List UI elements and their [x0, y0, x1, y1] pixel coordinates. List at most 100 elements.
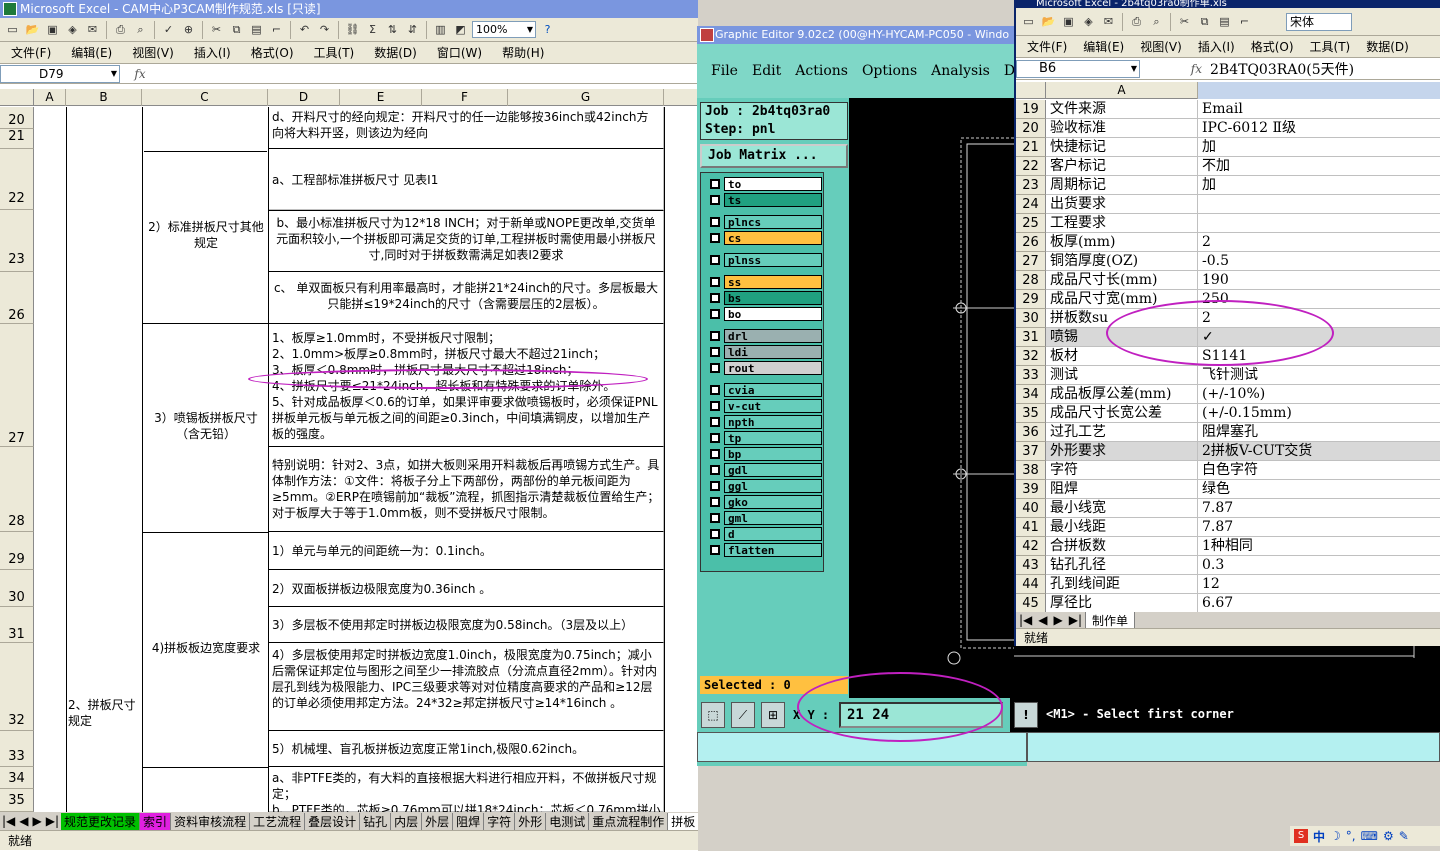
row-header[interactable]: 43 [1016, 556, 1046, 575]
layer-row[interactable]: bs [706, 291, 822, 305]
cell-d31[interactable]: 3）多层板不使用邦定时拼板边极限宽度为0.58inch。（3层及以上） [269, 607, 664, 643]
layer-name[interactable]: to [724, 177, 822, 191]
row-header[interactable]: 27 [1016, 252, 1046, 271]
cell-a[interactable]: 文件来源 [1046, 100, 1198, 119]
chart-wizard-icon[interactable]: ▥ [432, 21, 449, 38]
cell-a[interactable]: 板厚(mm) [1046, 233, 1198, 252]
row-header[interactable]: 35 [1016, 404, 1046, 423]
row-header[interactable]: 26 [1016, 233, 1046, 252]
layer-checkbox[interactable] [710, 401, 720, 411]
layer-name[interactable]: gml [724, 511, 822, 525]
font-select[interactable]: 宋体 [1286, 12, 1352, 31]
c-label-standard[interactable]: 2）标准拼板尺寸其他规定 [146, 219, 266, 251]
select-all-corner[interactable] [1016, 82, 1046, 99]
ge-menu-item[interactable]: Actions [795, 63, 848, 79]
tab-nav-last-icon[interactable]: ▶| [1066, 613, 1085, 627]
layer-name[interactable]: gdl [724, 463, 822, 477]
layer-row[interactable]: cvia [706, 383, 822, 397]
layer-checkbox[interactable] [710, 481, 720, 491]
help-icon[interactable]: ? [539, 21, 556, 38]
layer-name[interactable]: drl [724, 329, 822, 343]
ime-mode[interactable]: 中 [1313, 828, 1325, 845]
layer-row[interactable]: npth [706, 415, 822, 429]
autosum-icon[interactable]: Σ [364, 21, 381, 38]
cell-a[interactable]: 成品尺寸长(mm) [1046, 271, 1198, 290]
row-header[interactable]: 20 [1016, 119, 1046, 138]
cell-b[interactable]: Email [1198, 100, 1440, 119]
tab-nav-prev-icon[interactable]: ◀ [1035, 613, 1050, 627]
layer-row[interactable]: to [706, 177, 822, 191]
cell-b[interactable]: 飞针测试 [1198, 366, 1440, 385]
cell-d28[interactable]: 特别说明：针对2、3点，如拼大板则采用开料裁板后再喷锡方式生产。具体制作方法：①… [269, 447, 664, 532]
tab-sheet[interactable]: 钻孔 [360, 812, 392, 830]
cell-b[interactable]: (+/-0.15mm) [1198, 404, 1440, 423]
ge-canvas[interactable] [849, 98, 1027, 698]
menu-item[interactable]: 格式(O) [1248, 38, 1297, 55]
cell-b[interactable]: 2 [1198, 233, 1440, 252]
sort-desc-icon[interactable]: ⇵ [404, 21, 421, 38]
row-header[interactable]: 29 [0, 532, 34, 570]
row-header[interactable]: 37 [1016, 442, 1046, 461]
cell-a[interactable]: 最小线宽 [1046, 499, 1198, 518]
tab-sheet[interactable]: 外层 [422, 812, 454, 830]
cell-b[interactable]: 加 [1198, 138, 1440, 157]
tab-nav-last-icon[interactable]: ▶| [44, 814, 61, 828]
formula-input[interactable]: 2B4TQ03RA0(5天件) [1210, 59, 1440, 79]
cell-d33[interactable]: 5）机械埋、盲孔板拼板边宽度正常1inch,极限0.62inch。 [269, 731, 664, 767]
row-header[interactable]: 38 [1016, 461, 1046, 480]
cell-b[interactable]: 1种相同 [1198, 537, 1440, 556]
layer-row[interactable]: plncs [706, 215, 822, 229]
col-header-A[interactable]: A [34, 89, 66, 106]
cell-b[interactable]: (+/-10%) [1198, 385, 1440, 404]
layer-checkbox[interactable] [710, 363, 720, 373]
row-header[interactable]: 20 [0, 107, 34, 129]
row-header[interactable]: 34 [0, 767, 34, 789]
menu-item[interactable]: 文件(F) [1024, 38, 1070, 55]
keyboard-icon[interactable]: ⌨ [1361, 829, 1378, 843]
copy-icon[interactable]: ⧉ [1196, 13, 1213, 30]
tab-nav-first-icon[interactable]: |◀ [1016, 613, 1035, 627]
email-icon[interactable]: ✉ [84, 21, 101, 38]
row-header[interactable]: 34 [1016, 385, 1046, 404]
layer-row[interactable]: gml [706, 511, 822, 525]
select-all-corner[interactable] [0, 89, 34, 106]
cut-icon[interactable]: ✂ [1176, 13, 1193, 30]
new-icon[interactable]: ▭ [1020, 13, 1037, 30]
row-header[interactable]: 22 [1016, 157, 1046, 176]
zoom-box-icon[interactable]: ⬚ [701, 702, 725, 728]
col-header-D[interactable]: D [268, 89, 340, 106]
cell-a[interactable]: 阻焊 [1046, 480, 1198, 499]
tab-sheet[interactable]: 资料审核流程 [171, 812, 251, 830]
layer-checkbox[interactable] [710, 293, 720, 303]
layer-checkbox[interactable] [710, 529, 720, 539]
cell-b[interactable]: 阻焊塞孔 [1198, 423, 1440, 442]
layer-checkbox[interactable] [710, 513, 720, 523]
permission-icon[interactable]: ◈ [64, 21, 81, 38]
layer-row[interactable]: ss [706, 275, 822, 289]
tab-nav-prev-icon[interactable]: ◀ [17, 814, 30, 828]
fx-icon[interactable]: fx [120, 67, 160, 81]
ge-menu-item[interactable]: Edit [752, 63, 781, 79]
save-icon[interactable]: ▣ [1060, 13, 1077, 30]
cell-a[interactable]: 客户标记 [1046, 157, 1198, 176]
layer-checkbox[interactable] [710, 277, 720, 287]
layer-checkbox[interactable] [710, 433, 720, 443]
cell-b[interactable]: 6.67 [1198, 594, 1440, 613]
col-header-B[interactable]: B [66, 89, 142, 106]
menu-item[interactable]: 帮助(H) [499, 44, 547, 61]
tab-sheet[interactable]: 索引 [140, 812, 172, 830]
tab-nav-first-icon[interactable]: |◀ [0, 814, 17, 828]
layer-checkbox[interactable] [710, 497, 720, 507]
cell-b[interactable]: 7.87 [1198, 499, 1440, 518]
cell-a[interactable]: 过孔工艺 [1046, 423, 1198, 442]
zoom-select[interactable]: 100% ▼ [472, 21, 536, 38]
layer-name[interactable]: rout [724, 361, 822, 375]
tab-nav-next-icon[interactable]: ▶ [1051, 613, 1066, 627]
moon-icon[interactable]: ☽ [1330, 829, 1341, 843]
cell-b[interactable]: 2拼板V-CUT交货 [1198, 442, 1440, 461]
menu-item[interactable]: 编辑(E) [1080, 38, 1127, 55]
layer-checkbox[interactable] [710, 255, 720, 265]
cell-b[interactable]: 7.87 [1198, 518, 1440, 537]
tab-sheet[interactable]: 字符 [484, 812, 516, 830]
ge-menu-item[interactable]: Options [862, 63, 917, 79]
